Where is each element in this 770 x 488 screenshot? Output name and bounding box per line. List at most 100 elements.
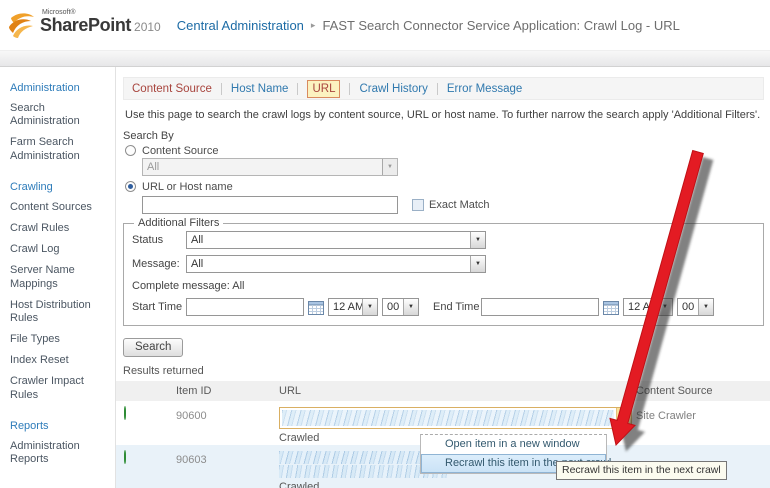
chevron-down-icon: ▼	[470, 256, 485, 272]
message-label: Message:	[132, 258, 186, 270]
sidebar-section-reports: Reports Administration Reports	[10, 420, 111, 466]
content-source-select-value: All	[143, 159, 382, 175]
status-select[interactable]: All ▼	[186, 231, 486, 249]
search-by-label: Search By	[123, 130, 770, 142]
table-row: 90600 ▼ Crawled Open item in a new windo…	[116, 401, 770, 445]
sidebar-item-crawler-impact-rules[interactable]: Crawler Impact Rules	[10, 375, 111, 401]
end-hour-select[interactable]: 12 AM ▼	[623, 298, 673, 316]
end-minute-select[interactable]: 00 ▼	[677, 298, 714, 316]
exact-match-label: Exact Match	[429, 199, 490, 211]
additional-filters-legend: Additional Filters	[134, 217, 223, 229]
sidebar-heading-crawling: Crawling	[10, 181, 111, 193]
status-ok-icon	[124, 406, 126, 420]
results-table-header: Item ID URL Content Source	[116, 381, 770, 401]
sidebar-section-crawling: Crawling Content Sources Crawl Rules Cra…	[10, 181, 111, 402]
end-time-label: End Time	[433, 301, 481, 313]
end-minute-select-value: 00	[678, 299, 698, 315]
content-source-value: Site Crawler	[636, 407, 770, 422]
chevron-down-icon: ▼	[403, 299, 418, 315]
complete-message-label: Complete message: All	[132, 280, 245, 292]
content-source-column-header: Content Source	[636, 385, 770, 397]
url-dropdown-field[interactable]: ▼	[279, 407, 632, 429]
content-source-radio-label: Content Source	[142, 145, 218, 157]
sharepoint-logo: Microsoft® SharePoint 2010	[8, 10, 161, 40]
sidebar-item-crawl-log[interactable]: Crawl Log	[10, 243, 111, 256]
search-button[interactable]: Search	[123, 338, 183, 357]
start-minute-select-value: 00	[383, 299, 403, 315]
tab-url[interactable]: URL	[307, 80, 340, 98]
message-select-value: All	[187, 256, 470, 272]
sidebar-heading-administration: Administration	[10, 82, 111, 94]
start-time-input[interactable]	[186, 298, 304, 316]
tab-divider	[349, 83, 350, 95]
start-time-label: Start Time	[132, 301, 186, 313]
start-minute-select[interactable]: 00 ▼	[382, 298, 419, 316]
menu-item-open-in-new-window[interactable]: Open item in a new window	[421, 435, 606, 454]
tab-content-source[interactable]: Content Source	[132, 83, 212, 95]
status-label: Status	[132, 234, 186, 246]
start-hour-select-value: 12 AM	[329, 299, 362, 315]
chevron-down-icon: ▼	[470, 232, 485, 248]
tab-error-message[interactable]: Error Message	[447, 83, 522, 95]
sharepoint-swoosh-icon	[8, 10, 36, 40]
product-year: 2010	[134, 21, 161, 34]
crawl-log-tabs: Content Source Host Name URL Crawl Histo…	[123, 77, 764, 100]
microsoft-label: Microsoft®	[42, 9, 76, 16]
tab-divider	[221, 83, 222, 95]
message-select[interactable]: All ▼	[186, 255, 486, 273]
url-host-name-radio[interactable]	[125, 181, 136, 192]
content-source-select[interactable]: All ▼	[142, 158, 398, 176]
tab-divider	[437, 83, 438, 95]
recrawl-tooltip: Recrawl this item in the next crawl	[556, 461, 727, 480]
product-name: SharePoint	[40, 16, 131, 34]
results-returned-label: Results returned	[123, 365, 770, 377]
sidebar-item-host-distribution-rules[interactable]: Host Distribution Rules	[10, 299, 111, 325]
url-host-name-radio-label: URL or Host name	[142, 181, 233, 193]
sidebar-item-farm-search-administration[interactable]: Farm Search Administration	[10, 136, 111, 162]
breadcrumb-arrow-icon: ▸	[311, 20, 316, 31]
sidebar-item-server-name-mappings[interactable]: Server Name Mappings	[10, 264, 111, 290]
calendar-icon[interactable]	[603, 300, 619, 315]
start-hour-select[interactable]: 12 AM ▼	[328, 298, 378, 316]
page-description: Use this page to search the crawl logs b…	[125, 109, 762, 121]
sidebar-item-content-sources[interactable]: Content Sources	[10, 201, 111, 214]
exact-match-checkbox[interactable]	[412, 199, 424, 211]
quick-launch-sidebar: Administration Search Administration Far…	[0, 67, 116, 488]
sidebar-heading-reports: Reports	[10, 420, 111, 432]
url-cell: ▼ Crawled Open item in a new window Recr…	[279, 407, 636, 444]
status-select-value: All	[187, 232, 470, 248]
chevron-down-icon: ▼	[698, 299, 713, 315]
redacted-url	[282, 410, 614, 426]
main-content: Content Source Host Name URL Crawl Histo…	[116, 67, 770, 488]
url-column-header: URL	[279, 385, 636, 397]
chevron-down-icon: ▼	[362, 299, 377, 315]
breadcrumb-central-administration[interactable]: Central Administration	[177, 18, 304, 33]
sidebar-item-file-types[interactable]: File Types	[10, 333, 111, 346]
url-menu-chevron-down-icon[interactable]: ▼	[616, 408, 631, 428]
url-host-name-input[interactable]	[142, 196, 398, 214]
end-hour-select-value: 12 AM	[624, 299, 657, 315]
sidebar-item-administration-reports[interactable]: Administration Reports	[10, 440, 111, 466]
sidebar-item-search-administration[interactable]: Search Administration	[10, 102, 111, 128]
additional-filters-panel: Additional Filters Status All ▼ Message:…	[123, 217, 764, 326]
calendar-icon[interactable]	[308, 300, 324, 315]
crawl-status-text: Crawled	[279, 481, 636, 488]
end-time-input[interactable]	[481, 298, 599, 316]
sidebar-item-crawl-rules[interactable]: Crawl Rules	[10, 222, 111, 235]
item-id-value: 90600	[159, 407, 279, 422]
status-ok-icon	[124, 450, 126, 464]
tab-host-name[interactable]: Host Name	[231, 83, 289, 95]
sidebar-section-administration: Administration Search Administration Far…	[10, 82, 111, 163]
item-id-column-header: Item ID	[159, 385, 279, 397]
breadcrumb: Central Administration ▸ FAST Search Con…	[177, 18, 680, 33]
item-id-value: 90603	[159, 451, 279, 466]
ribbon-strip	[0, 50, 770, 67]
chevron-down-icon: ▼	[657, 299, 672, 315]
sidebar-item-index-reset[interactable]: Index Reset	[10, 354, 111, 367]
tab-divider	[297, 83, 298, 95]
content-source-radio[interactable]	[125, 145, 136, 156]
page-title: FAST Search Connector Service Applicatio…	[322, 18, 679, 33]
tab-crawl-history[interactable]: Crawl History	[359, 83, 427, 95]
chevron-down-icon: ▼	[382, 159, 397, 175]
app-header: Microsoft® SharePoint 2010 Central Admin…	[0, 0, 770, 50]
